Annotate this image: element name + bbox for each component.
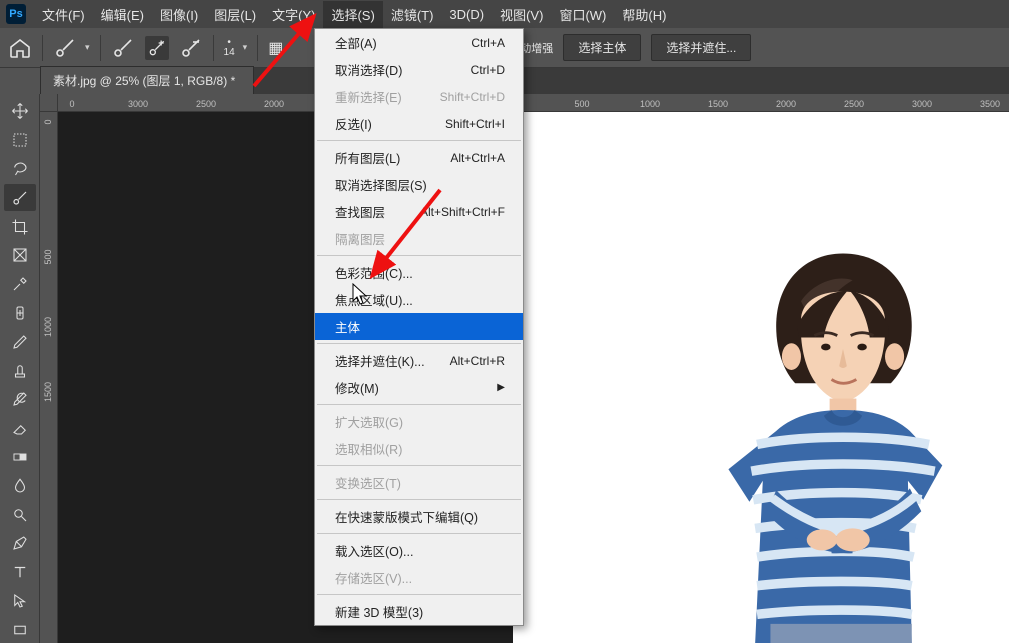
workspace: 0 3000 2500 2000 500 1000 1500 2000 2500… — [40, 94, 1009, 643]
select-and-mask-button[interactable]: 选择并遮住... — [651, 34, 751, 61]
menu-color-range[interactable]: 色彩范围(C)... — [315, 259, 523, 286]
menu-file[interactable]: 文件(F) — [34, 1, 93, 28]
menu-inverse[interactable]: 反选(I)Shift+Ctrl+I — [315, 110, 523, 137]
menu-type[interactable]: 文字(Y) — [264, 1, 323, 28]
eyedropper-tool-icon[interactable] — [4, 271, 36, 298]
menu-quick-mask[interactable]: 在快速蒙版模式下编辑(Q) — [315, 503, 523, 530]
healing-brush-tool-icon[interactable] — [4, 300, 36, 327]
ruler-horizontal: 0 3000 2500 2000 500 1000 1500 2000 2500… — [58, 94, 1009, 112]
menu-grow: 扩大选取(G) — [315, 408, 523, 435]
menu-load-selection[interactable]: 载入选区(O)... — [315, 537, 523, 564]
frame-tool-icon[interactable] — [4, 242, 36, 269]
menu-help[interactable]: 帮助(H) — [614, 1, 674, 28]
add-selection-icon[interactable] — [145, 36, 169, 60]
ruler-corner — [40, 94, 58, 112]
menu-all-layers[interactable]: 所有图层(L)Alt+Ctrl+A — [315, 144, 523, 171]
menu-deselect-layers[interactable]: 取消选择图层(S) — [315, 171, 523, 198]
sample-layers-icon[interactable]: ▦ — [268, 38, 283, 58]
separator — [317, 594, 521, 595]
menu-select-and-mask[interactable]: 选择并遮住(K)...Alt+Ctrl+R — [315, 347, 523, 374]
menu-focus-area[interactable]: 焦点区域(U)... — [315, 286, 523, 313]
move-tool-icon[interactable] — [4, 98, 36, 125]
canvas-zone[interactable] — [58, 112, 1009, 643]
photoshop-icon: Ps — [6, 4, 26, 24]
menu-modify[interactable]: 修改(M)▶ — [315, 374, 523, 401]
crop-tool-icon[interactable] — [4, 213, 36, 240]
separator — [317, 465, 521, 466]
blur-tool-icon[interactable] — [4, 472, 36, 499]
person-image — [703, 242, 983, 643]
separator — [317, 404, 521, 405]
subtract-selection-icon[interactable] — [179, 36, 203, 60]
chevron-down-icon[interactable]: ▾ — [243, 42, 248, 53]
menu-isolate-layers: 隔离图层 — [315, 225, 523, 252]
separator — [317, 533, 521, 534]
quick-selection-tool-icon[interactable] — [4, 184, 36, 211]
document-tab-bar: 素材.jpg @ 25% (图层 1, RGB/8) * — [40, 68, 1009, 94]
separator — [317, 140, 521, 141]
separator — [317, 499, 521, 500]
separator — [317, 343, 521, 344]
menu-select-all[interactable]: 全部(A)Ctrl+A — [315, 29, 523, 56]
ruler-vertical: 0 500 1000 1500 — [40, 112, 58, 643]
separator — [42, 35, 43, 61]
history-brush-tool-icon[interactable] — [4, 386, 36, 413]
dodge-tool-icon[interactable] — [4, 501, 36, 528]
rectangle-tool-icon[interactable] — [4, 616, 36, 643]
eraser-tool-icon[interactable] — [4, 415, 36, 442]
menubar: Ps 文件(F) 编辑(E) 图像(I) 图层(L) 文字(Y) 选择(S) 滤… — [0, 0, 1009, 28]
menu-deselect[interactable]: 取消选择(D)Ctrl+D — [315, 56, 523, 83]
menu-subject[interactable]: 主体 — [315, 313, 523, 340]
menu-image[interactable]: 图像(I) — [152, 1, 206, 28]
pen-tool-icon[interactable] — [4, 530, 36, 557]
separator — [317, 255, 521, 256]
clone-stamp-tool-icon[interactable] — [4, 357, 36, 384]
gradient-tool-icon[interactable] — [4, 444, 36, 471]
menu-reselect: 重新选择(E)Shift+Ctrl+D — [315, 83, 523, 110]
brush-size-label: • 14 — [224, 38, 235, 58]
path-selection-tool-icon[interactable] — [4, 588, 36, 615]
document-tab[interactable]: 素材.jpg @ 25% (图层 1, RGB/8) * — [40, 66, 254, 94]
type-tool-icon[interactable] — [4, 559, 36, 586]
menu-window[interactable]: 窗口(W) — [551, 1, 614, 28]
menu-select[interactable]: 选择(S) — [323, 1, 382, 28]
new-selection-icon[interactable] — [111, 36, 135, 60]
quick-select-tool-icon[interactable] — [53, 36, 77, 60]
select-menu-dropdown: 全部(A)Ctrl+A 取消选择(D)Ctrl+D 重新选择(E)Shift+C… — [314, 28, 524, 626]
select-subject-button[interactable]: 选择主体 — [563, 34, 641, 61]
brush-tool-icon[interactable] — [4, 328, 36, 355]
menu-edit[interactable]: 编辑(E) — [93, 1, 152, 28]
marquee-tool-icon[interactable] — [4, 127, 36, 154]
menu-transform-selection: 变换选区(T) — [315, 469, 523, 496]
separator — [257, 35, 258, 61]
chevron-down-icon[interactable]: ▾ — [85, 42, 90, 53]
separator — [213, 35, 214, 61]
menu-new-3d[interactable]: 新建 3D 模型(3) — [315, 598, 523, 625]
menu-find-layers[interactable]: 查找图层Alt+Shift+Ctrl+F — [315, 198, 523, 225]
lasso-tool-icon[interactable] — [4, 156, 36, 183]
menu-filter[interactable]: 滤镜(T) — [383, 1, 442, 28]
menu-3d[interactable]: 3D(D) — [441, 3, 492, 26]
menu-layer[interactable]: 图层(L) — [206, 1, 264, 28]
document-canvas[interactable] — [513, 112, 1009, 643]
menu-similar: 选取相似(R) — [315, 435, 523, 462]
separator — [100, 35, 101, 61]
menu-view[interactable]: 视图(V) — [492, 1, 551, 28]
menu-save-selection: 存储选区(V)... — [315, 564, 523, 591]
home-icon[interactable] — [8, 36, 32, 60]
toolbox — [0, 94, 40, 643]
